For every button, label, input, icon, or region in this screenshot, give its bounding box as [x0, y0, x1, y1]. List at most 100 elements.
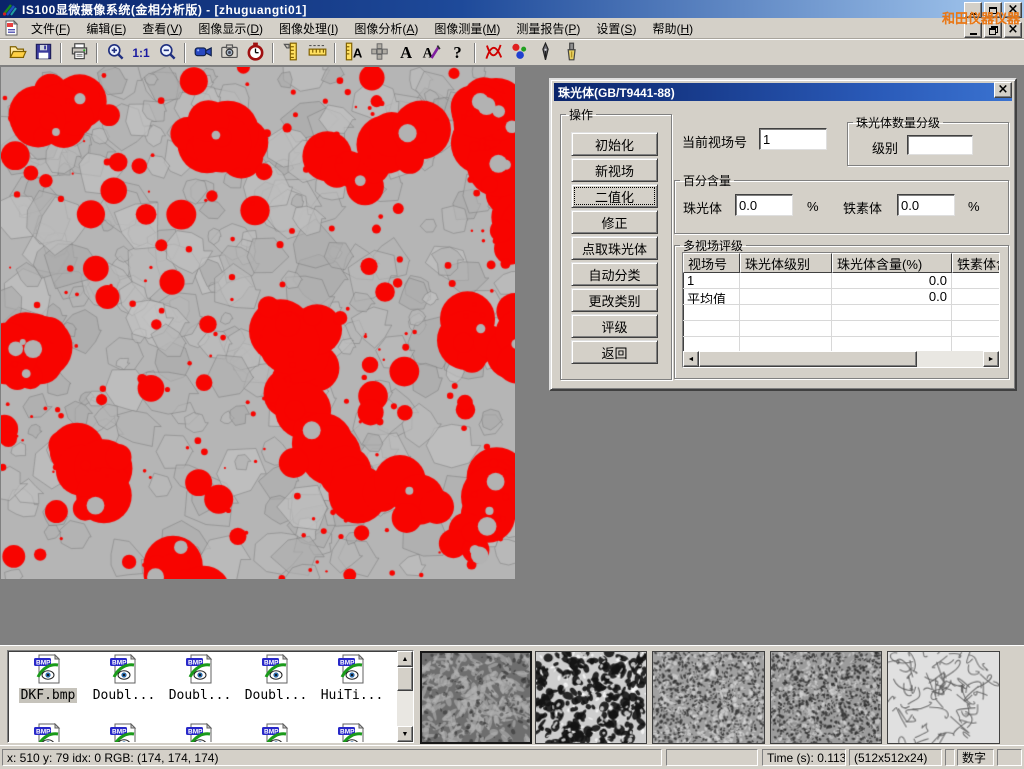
thumbnail-image[interactable] — [652, 651, 764, 744]
file-item[interactable]: BMP — [314, 723, 390, 743]
minimize-icon — [970, 5, 977, 15]
pearlite-percent-input[interactable] — [735, 194, 793, 216]
scroll-down-icon[interactable]: ▼ — [397, 726, 413, 742]
scroll-right-icon[interactable]: ► — [983, 351, 999, 367]
op-button[interactable]: 二值化 — [571, 184, 658, 208]
close-button[interactable] — [1004, 22, 1022, 38]
pen-button[interactable] — [532, 41, 558, 65]
file-item[interactable]: BMPDoubl... — [86, 654, 162, 703]
child-window-icon[interactable] — [3, 20, 19, 36]
scroll-up-icon[interactable]: ▲ — [397, 651, 413, 667]
menu-item[interactable]: 编辑(E) — [78, 18, 134, 39]
file-item[interactable]: BMP — [86, 723, 162, 743]
menu-item[interactable]: 图像测量(M) — [426, 18, 508, 39]
brush-button[interactable] — [558, 41, 584, 65]
file-item[interactable]: BMP — [162, 723, 238, 743]
dialog-close-button[interactable] — [994, 82, 1012, 98]
table-cell — [952, 273, 1000, 289]
current-view-input[interactable] — [759, 128, 827, 150]
restore-icon — [989, 26, 998, 35]
table-cell: 0.0 — [832, 289, 952, 305]
svg-text:A: A — [422, 45, 433, 61]
zoom-out-button[interactable] — [154, 41, 180, 65]
zoom-in-icon — [106, 42, 125, 64]
table-cell — [740, 305, 832, 321]
op-button[interactable]: 自动分类 — [571, 262, 658, 286]
scroll-thumb[interactable] — [397, 667, 413, 691]
save-button[interactable] — [30, 41, 56, 65]
menu-item[interactable]: 图像显示(D) — [190, 18, 271, 39]
grid-button[interactable] — [366, 41, 392, 65]
table-row[interactable] — [683, 321, 999, 337]
menu-item[interactable]: 测量报告(P) — [508, 18, 588, 39]
file-list-scrollbar[interactable]: ▲ ▼ — [397, 651, 413, 742]
menu-item[interactable]: 图像处理(I) — [271, 18, 346, 39]
help-button[interactable]: ? — [444, 41, 470, 65]
zoom-in-button[interactable] — [102, 41, 128, 65]
op-button[interactable]: 初始化 — [571, 132, 658, 156]
print-button[interactable] — [66, 41, 92, 65]
table-hscrollbar[interactable]: ◄ ► — [683, 351, 999, 367]
op-button[interactable]: 新视场 — [571, 158, 658, 182]
menu-item[interactable]: 查看(V) — [134, 18, 190, 39]
open-button[interactable] — [4, 41, 30, 65]
menu-item[interactable]: 图像分析(A) — [346, 18, 426, 39]
file-item[interactable]: BMPDoubl... — [162, 654, 238, 703]
scroll-thumb[interactable] — [699, 351, 917, 367]
status-bar: x: 510 y: 79 idx: 0 RGB: (174, 174, 174)… — [0, 745, 1024, 769]
thumbnail-image[interactable] — [535, 651, 647, 744]
timer-button[interactable] — [242, 41, 268, 65]
text-button[interactable]: A — [392, 41, 418, 65]
grade-input[interactable] — [907, 135, 973, 155]
actual-size-button[interactable]: 1:1 — [128, 41, 154, 65]
thumbnail-image[interactable] — [420, 651, 532, 744]
caliper-button[interactable] — [278, 41, 304, 65]
table-row[interactable]: 平均值0.0 — [683, 289, 999, 305]
table-row[interactable]: 10.0 — [683, 273, 999, 289]
grid-icon — [370, 42, 389, 64]
restore-button[interactable] — [984, 22, 1002, 38]
op-button[interactable]: 修正 — [571, 210, 658, 234]
scroll-track — [917, 351, 983, 367]
minimize-button[interactable] — [964, 22, 982, 38]
table-row[interactable] — [683, 305, 999, 321]
bmp-file-icon: BMP — [337, 654, 367, 687]
measure-text-button[interactable]: A — [340, 41, 366, 65]
ferrite-percent-input[interactable] — [897, 194, 955, 216]
table-cell — [683, 305, 740, 321]
maximize-button[interactable] — [984, 2, 1002, 18]
toolbar-separator — [60, 43, 62, 63]
annotate-button[interactable]: A — [418, 41, 444, 65]
curve-tool-button[interactable] — [480, 41, 506, 65]
close-button[interactable] — [1004, 2, 1022, 18]
dialog-title-bar[interactable]: 珠光体(GB/T9441-88) — [554, 83, 1012, 101]
grade-label: 级别 — [872, 138, 898, 157]
file-item[interactable]: BMPHuiTi... — [314, 654, 390, 703]
file-item[interactable]: BMP — [10, 723, 86, 743]
measure-text-icon: A — [344, 42, 363, 64]
video-camera-button[interactable] — [190, 41, 216, 65]
thumbnail-image[interactable] — [770, 651, 882, 744]
table-header-cell: 珠光体级别 — [740, 253, 832, 273]
file-item[interactable]: BMP — [238, 723, 314, 743]
minimize-button[interactable] — [964, 2, 982, 18]
menu-item[interactable]: 文件(F) — [23, 18, 78, 39]
thumbnail-image[interactable] — [887, 651, 999, 744]
ruler-button[interactable] — [304, 41, 330, 65]
op-button[interactable]: 更改类别 — [571, 288, 658, 312]
menu-item[interactable]: 设置(S) — [588, 18, 644, 39]
camera-button[interactable] — [216, 41, 242, 65]
op-button[interactable]: 点取珠光体 — [571, 236, 658, 260]
particles-button[interactable] — [506, 41, 532, 65]
pearlite-unit: % — [807, 199, 819, 214]
op-button[interactable]: 评级 — [571, 314, 658, 338]
scroll-left-icon[interactable]: ◄ — [683, 351, 699, 367]
curve-tool-icon — [484, 42, 503, 64]
table-cell — [740, 321, 832, 337]
caliper-icon — [282, 42, 301, 64]
op-button[interactable]: 返回 — [571, 340, 658, 364]
file-item[interactable]: BMPDKF.bmp — [10, 654, 86, 703]
file-item[interactable]: BMPDoubl... — [238, 654, 314, 703]
menu-item[interactable]: 帮助(H) — [644, 18, 701, 39]
micrograph-image[interactable] — [1, 67, 515, 579]
